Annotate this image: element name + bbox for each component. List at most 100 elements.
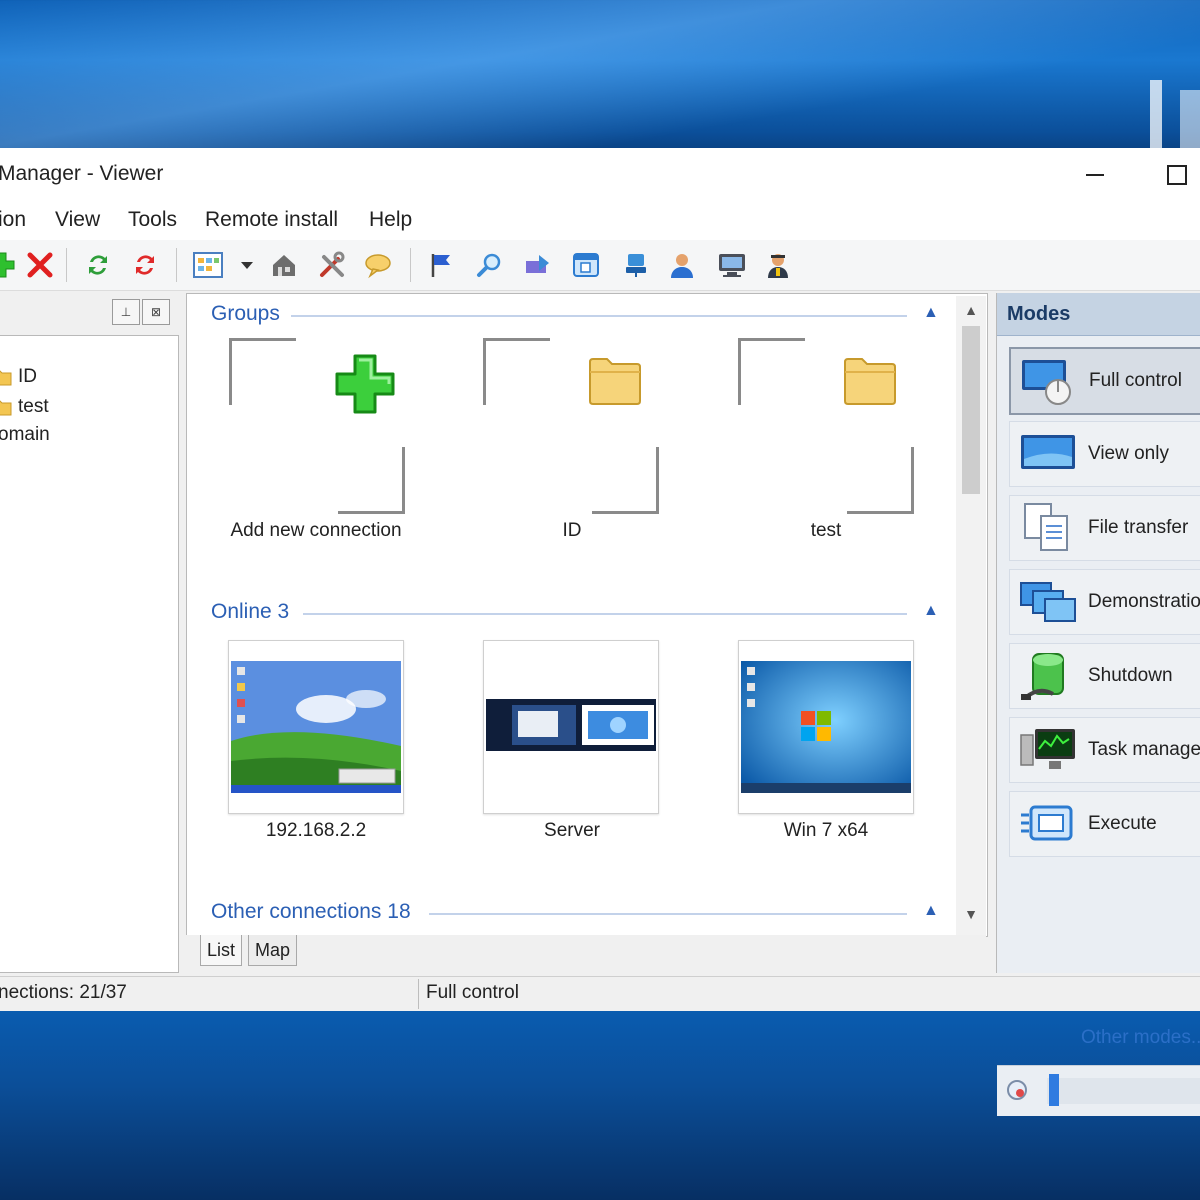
scrollbar-thumb[interactable]	[962, 326, 980, 494]
modes-panel: Modes Full control View only File transf…	[996, 293, 1200, 1116]
tab-map[interactable]: Map	[248, 935, 298, 966]
mode-demonstration[interactable]: Demonstratio	[1009, 569, 1200, 635]
section-title: Groups	[211, 302, 280, 325]
title-bar: Manager - Viewer	[0, 148, 1200, 200]
view-only-icon	[1018, 428, 1078, 480]
monitor-icon[interactable]	[716, 249, 748, 281]
tile-label: Server	[544, 820, 600, 841]
mode-file-transfer[interactable]: File transfer	[1009, 495, 1200, 561]
flag-icon[interactable]	[426, 249, 458, 281]
tree-item-test[interactable]: test	[0, 396, 49, 418]
chat-icon[interactable]	[362, 249, 394, 281]
pin-icon: ⊥	[120, 305, 132, 319]
section-title: Online 3	[211, 600, 290, 623]
other-modes-link[interactable]: Other modes...	[1081, 1027, 1200, 1049]
maximize-button[interactable]	[1160, 158, 1194, 192]
mode-view-only[interactable]: View only	[1009, 421, 1200, 487]
scroll-down-icon[interactable]: ▼	[956, 906, 986, 922]
refresh-icon[interactable]	[82, 249, 114, 281]
thumbnail-size-slider[interactable]	[1047, 1078, 1200, 1104]
section-title: Other connections 18	[211, 900, 411, 923]
tab-list[interactable]: List	[200, 935, 243, 966]
viewer-window: Manager - Viewer ion View Tools Remote i…	[0, 148, 1200, 1116]
refresh-all-icon[interactable]	[129, 249, 161, 281]
connection-thumbnail-server[interactable]	[483, 640, 659, 814]
section-divider	[303, 613, 907, 615]
transfer-icon[interactable]	[522, 249, 554, 281]
delete-icon[interactable]	[24, 249, 56, 281]
mode-full-control[interactable]: Full control	[1009, 347, 1200, 415]
server-desktop-preview	[486, 699, 656, 751]
group-tile-test[interactable]	[738, 338, 914, 514]
view-mode-icon[interactable]	[192, 249, 224, 281]
tile-label: ID	[562, 520, 582, 541]
minimize-icon	[1086, 174, 1104, 176]
dropdown-icon[interactable]	[232, 249, 262, 281]
task-manager-icon	[1018, 724, 1078, 776]
section-header-other-connections[interactable]: Other connections 18	[211, 900, 411, 924]
network-icon[interactable]	[620, 249, 652, 281]
collapse-chevron-icon[interactable]: ▲	[923, 902, 939, 920]
tools-icon[interactable]	[316, 249, 348, 281]
menu-remote-install[interactable]: Remote install	[205, 208, 338, 232]
slider-knob[interactable]	[1049, 1074, 1059, 1106]
connection-thumbnail-win7[interactable]	[738, 640, 914, 814]
collapse-chevron-icon[interactable]: ▲	[923, 304, 939, 322]
window-icon[interactable]	[570, 249, 602, 281]
section-header-online[interactable]: Online 3	[211, 600, 289, 624]
wallpaper-light-beam	[1150, 80, 1162, 150]
tree-item-id[interactable]: ID	[0, 366, 37, 388]
menu-connection[interactable]: ion	[0, 208, 26, 232]
connections-view: Groups ▲ Add new connection ID test Onli…	[186, 293, 988, 937]
mode-task-manager[interactable]: Task manage	[1009, 717, 1200, 783]
user-icon[interactable]	[666, 249, 698, 281]
wallpaper-light-beam	[1180, 90, 1200, 150]
section-header-groups[interactable]: Groups	[211, 302, 280, 326]
tile-corner	[738, 338, 805, 405]
section-divider	[291, 315, 907, 317]
tile-label: test	[810, 520, 842, 541]
close-pane-button[interactable]: ⊠	[142, 299, 170, 325]
execute-icon	[1018, 798, 1078, 850]
group-tile-add-connection[interactable]	[229, 338, 405, 514]
folder-icon	[844, 358, 896, 405]
menu-bar: ion View Tools Remote install Help	[0, 200, 1200, 240]
mode-shutdown[interactable]: Shutdown	[1009, 643, 1200, 709]
pin-pane-button[interactable]: ⊥	[112, 299, 140, 325]
toolbar-separator	[66, 248, 67, 282]
tab-label: List	[207, 939, 236, 960]
mode-label: Demonstratio	[1088, 591, 1200, 612]
collapse-chevron-icon[interactable]: ▲	[923, 602, 939, 620]
folder-icon	[589, 358, 641, 405]
menu-view[interactable]: View	[55, 208, 100, 232]
xp-desktop-preview	[231, 661, 401, 793]
view-tabs: List Map	[186, 935, 986, 973]
status-separator	[418, 979, 419, 1009]
mode-label: Execute	[1088, 813, 1157, 834]
tree-item-domain[interactable]: omain	[0, 424, 50, 446]
search-icon[interactable]	[474, 249, 506, 281]
tile-label: 192.168.2.2	[265, 820, 367, 841]
connection-thumbnail-xp[interactable]	[228, 640, 404, 814]
status-bar: nections: 21/37 Full control	[0, 976, 1200, 1011]
tree-pane-header: ⊥ ⊠	[0, 293, 180, 335]
menu-help[interactable]: Help	[369, 208, 412, 232]
group-tile-id[interactable]	[483, 338, 659, 514]
scroll-up-icon[interactable]: ▲	[956, 302, 986, 318]
vertical-scrollbar[interactable]: ▲ ▼	[956, 296, 986, 936]
folder-icon	[0, 400, 12, 416]
zoom-icon	[1005, 1078, 1033, 1104]
file-transfer-icon	[1018, 502, 1078, 554]
tree-item-label: ID	[18, 366, 37, 387]
mode-execute[interactable]: Execute	[1009, 791, 1200, 857]
desktop-wallpaper-top	[0, 0, 1200, 150]
house-icon[interactable]	[268, 249, 300, 281]
minimize-button[interactable]	[1078, 158, 1112, 192]
mode-label: Full control	[1089, 370, 1182, 391]
tile-corner	[229, 338, 296, 405]
tile-corner	[592, 447, 659, 514]
add-icon[interactable]	[0, 249, 18, 281]
admin-icon[interactable]	[762, 249, 794, 281]
menu-tools[interactable]: Tools	[128, 208, 177, 232]
maximize-icon	[1167, 165, 1187, 185]
